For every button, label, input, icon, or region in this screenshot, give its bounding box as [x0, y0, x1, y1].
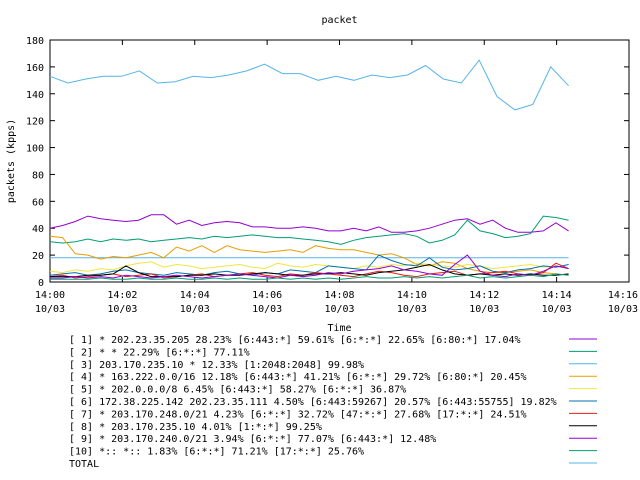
legend-label-5: [ 5] * 202.0.0.0/8 6.45% [6:443:*] 58.27… [69, 385, 406, 396]
x-tick-time: 14:08 [324, 290, 354, 301]
x-tick-date: 10/03 [608, 304, 638, 315]
legend-label-4: [ 4] * 163.222.0.0/16 12.18% [6:443:*] 4… [69, 372, 527, 383]
y-tick-label: 100 [26, 144, 44, 155]
plot-frame [49, 39, 630, 283]
y-axis-ticks: 0 20 40 60 80 100 120 140 160 180 [26, 36, 629, 289]
x-tick-time: 14:02 [107, 290, 137, 301]
legend-label-3: [ 3] 203.170.235.10 * 12.33% [1:2048:204… [69, 360, 364, 371]
packet-chart: packet 0 20 40 60 80 100 120 140 160 180 14:00 10/… [6, 15, 638, 470]
legend-label-11: TOTAL [69, 459, 99, 470]
legend-label-1: [ 1] * 202.23.35.205 28.23% [6:443:*] 59… [69, 335, 521, 346]
x-tick-date: 10/03 [35, 304, 65, 315]
legend-label-7: [ 7] * 203.170.248.0/21 4.23% [6:*:*] 32… [69, 409, 527, 420]
series-line-11 [49, 59, 569, 111]
y-tick-label: 180 [26, 36, 44, 47]
x-tick-date: 10/03 [252, 304, 282, 315]
x-tick-date: 10/03 [180, 304, 210, 315]
x-tick-time: 14:00 [35, 290, 65, 301]
series-line-1 [49, 214, 569, 233]
series-line-4 [49, 235, 569, 276]
y-tick-label: 120 [26, 117, 44, 128]
x-tick-date: 10/03 [542, 304, 572, 315]
x-tick-date: 10/03 [107, 304, 137, 315]
x-tick-time: 14:04 [180, 290, 210, 301]
x-axis-label: Time [327, 323, 351, 334]
series-lines [49, 59, 569, 280]
legend: [ 1] * 202.23.35.205 28.23% [6:443:*] 59… [69, 335, 597, 470]
y-tick-label: 140 [26, 90, 44, 101]
x-tick-time: 14:14 [542, 290, 572, 301]
y-tick-label: 20 [32, 251, 44, 262]
legend-label-9: [ 9] * 203.170.240.0/21 3.94% [6:*:*] 77… [69, 434, 436, 445]
y-tick-label: 0 [38, 278, 44, 289]
legend-label-6: [ 6] 172.38.225.142 202.23.35.111 4.50% … [69, 397, 557, 408]
x-tick-time: 14:12 [469, 290, 499, 301]
x-tick-date: 10/03 [469, 304, 499, 315]
chart-title: packet [321, 15, 357, 26]
x-tick-date: 10/03 [397, 304, 427, 315]
x-tick-time: 14:10 [397, 290, 427, 301]
y-tick-label: 60 [32, 197, 44, 208]
y-tick-label: 40 [32, 224, 44, 235]
legend-label-2: [ 2] * * 22.29% [6:*:*] 77.11% [69, 347, 250, 358]
y-axis-label: packets (kpps) [6, 119, 17, 203]
legend-label-10: [10] *:: *:: 1.83% [6:*:*] 71.21% [17:*:… [69, 447, 364, 458]
y-tick-label: 80 [32, 170, 44, 181]
x-tick-time: 14:06 [252, 290, 282, 301]
x-tick-time: 14:16 [608, 290, 638, 301]
y-tick-label: 160 [26, 63, 44, 74]
legend-label-8: [ 8] * 203.170.235.10 4.01% [1:*:*] 99.2… [69, 422, 322, 433]
x-tick-date: 10/03 [324, 304, 354, 315]
